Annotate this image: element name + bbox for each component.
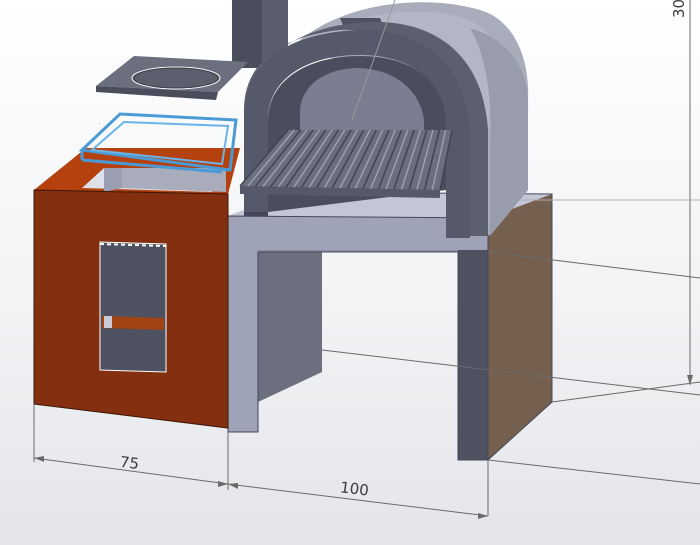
dimension-label-100[interactable]: 100 [339,478,370,499]
base-platform[interactable] [227,191,553,461]
base-right-side-panel[interactable] [488,194,552,460]
fire-box-unit[interactable] [33,148,240,429]
lower-door[interactable] [99,241,167,373]
cad-model-view[interactable]: 75 100 30 [0,0,700,545]
dimension-label-75[interactable]: 75 [119,453,140,473]
dimension-label-30[interactable]: 30 [670,0,688,18]
cooktop-plate[interactable] [96,56,248,100]
cad-viewport[interactable]: 75 100 30 [0,0,700,545]
